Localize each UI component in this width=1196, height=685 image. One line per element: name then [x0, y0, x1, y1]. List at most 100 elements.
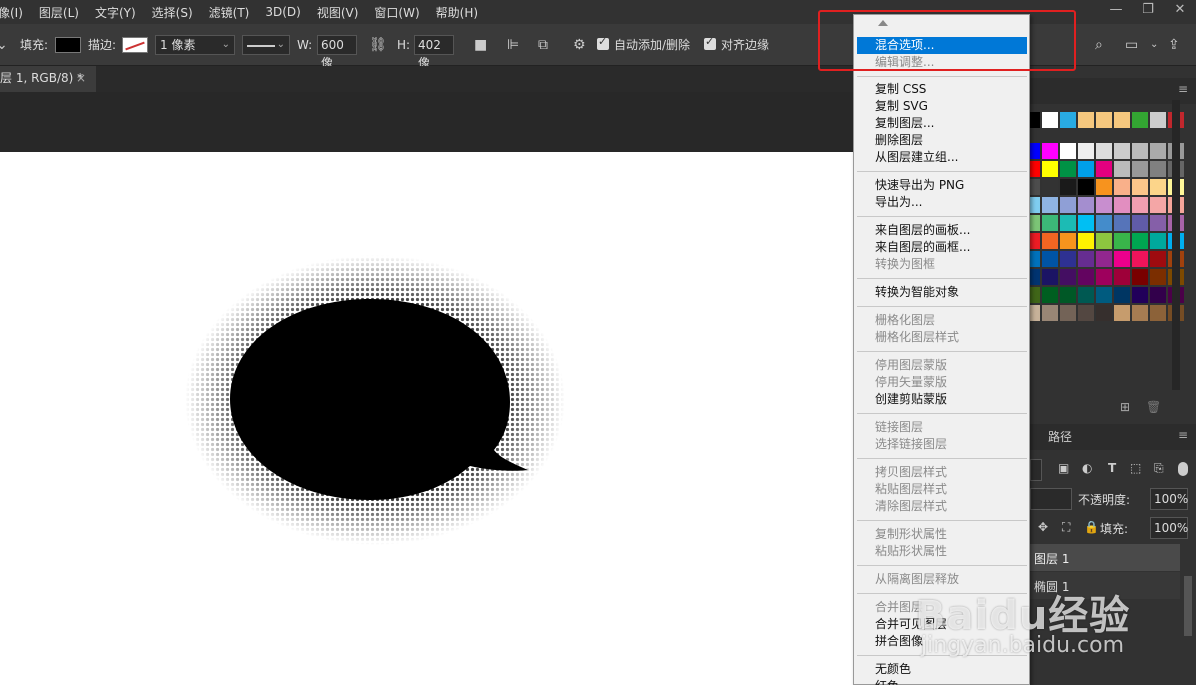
search-icon[interactable]: ⌕ [1095, 36, 1103, 54]
menu-item-convert-to-frame[interactable]: 转换为图框 [857, 256, 1027, 273]
menu-image[interactable]: 像(I) [0, 4, 32, 21]
color-swatch[interactable] [1096, 251, 1112, 267]
color-swatch[interactable] [1060, 179, 1076, 195]
color-swatch[interactable] [1078, 143, 1094, 159]
menu-item-copy-css[interactable]: 复制 CSS [857, 81, 1027, 98]
menu-item-merge-layers[interactable]: 合并图层 [857, 599, 1027, 616]
color-swatch[interactable] [1078, 287, 1094, 303]
opacity-input[interactable]: 100% [1150, 488, 1188, 510]
color-swatch[interactable] [1042, 215, 1058, 231]
stroke-width-dropdown[interactable]: 1 像素 ⌄ [155, 35, 235, 55]
menu-type[interactable]: 文字(Y) [95, 4, 145, 21]
menu-filter[interactable]: 滤镜(T) [209, 4, 259, 21]
auto-add-checkbox[interactable] [597, 35, 609, 50]
share-icon[interactable]: ⇪ [1168, 36, 1180, 54]
color-swatch[interactable] [1114, 143, 1130, 159]
panel-menu-icon[interactable]: ≡ [1178, 428, 1188, 442]
color-swatch[interactable] [1114, 269, 1130, 285]
document-canvas[interactable] [0, 152, 860, 685]
color-swatch[interactable] [1132, 269, 1148, 285]
lock-icon[interactable]: 🔒 [1084, 520, 1099, 534]
color-swatch[interactable] [1042, 197, 1058, 213]
color-swatch[interactable] [1042, 269, 1058, 285]
workspace-icon[interactable]: ▭ [1125, 36, 1138, 54]
menu-item-clear-layer-style[interactable]: 清除图层样式 [857, 498, 1027, 515]
color-swatch[interactable] [1042, 233, 1058, 249]
link-icon[interactable]: ⛓ [369, 36, 387, 54]
color-swatch[interactable] [1132, 197, 1148, 213]
color-swatch[interactable] [1060, 161, 1076, 177]
color-swatch[interactable] [1060, 233, 1076, 249]
color-swatch[interactable] [1060, 197, 1076, 213]
path-operations-icon[interactable]: ■ [474, 36, 487, 54]
menu-item-copy-layer-style[interactable]: 拷贝图层样式 [857, 464, 1027, 481]
color-swatch[interactable] [1114, 287, 1130, 303]
tool-preset-chevron-icon[interactable]: ⌄ [0, 36, 8, 54]
color-swatch[interactable] [1096, 305, 1112, 321]
layer-row-selected[interactable]: 图层 1 [1028, 544, 1180, 571]
menu-item-disable-layer-mask[interactable]: 停用图层蒙版 [857, 357, 1027, 374]
color-swatch[interactable] [1150, 233, 1166, 249]
new-swatch-icon[interactable]: ⊞ [1120, 400, 1130, 414]
menu-item-frame-from-layers[interactable]: 来自图层的画框... [857, 239, 1027, 256]
color-swatch[interactable] [1096, 112, 1112, 128]
color-swatch[interactable] [1114, 305, 1130, 321]
menu-view[interactable]: 视图(V) [317, 4, 368, 21]
path-arrangement-icon[interactable]: ⧉ [538, 36, 548, 54]
layers-scrollbar[interactable] [1184, 576, 1192, 636]
menu-item-red[interactable]: 红色 [857, 678, 1027, 685]
color-swatch[interactable] [1060, 215, 1076, 231]
menu-3d[interactable]: 3D(D) [265, 5, 309, 19]
menu-item-paste-shape-attributes[interactable]: 粘贴形状属性 [857, 543, 1027, 560]
menu-item-convert-to-smart-object[interactable]: 转换为智能对象 [857, 284, 1027, 301]
color-swatch[interactable] [1114, 112, 1130, 128]
color-swatch[interactable] [1150, 269, 1166, 285]
restore-icon[interactable]: ❐ [1132, 0, 1164, 22]
menu-item-create-clipping-mask[interactable]: 创建剪贴蒙版 [857, 391, 1027, 408]
color-swatch[interactable] [1078, 305, 1094, 321]
menu-select[interactable]: 选择(S) [152, 4, 202, 21]
color-swatch[interactable] [1150, 287, 1166, 303]
fill-input[interactable]: 100% [1150, 517, 1188, 539]
color-swatch[interactable] [1114, 179, 1130, 195]
color-swatch[interactable] [1096, 179, 1112, 195]
tab-paths[interactable]: 路径 [1048, 428, 1072, 445]
menu-item-release-from-isolation[interactable]: 从隔离图层释放 [857, 571, 1027, 588]
color-swatch[interactable] [1114, 161, 1130, 177]
menu-item-rasterize-layer[interactable]: 栅格化图层 [857, 312, 1027, 329]
color-swatch[interactable] [1132, 305, 1148, 321]
panel-menu-icon[interactable]: ≡ [1178, 82, 1188, 96]
color-swatch[interactable] [1132, 161, 1148, 177]
color-swatch[interactable] [1096, 233, 1112, 249]
menu-item-disable-vector-mask[interactable]: 停用矢量蒙版 [857, 374, 1027, 391]
stroke-swatch[interactable] [122, 37, 148, 53]
color-swatch[interactable] [1042, 287, 1058, 303]
color-swatch[interactable] [1078, 269, 1094, 285]
document-tab[interactable]: 层 1, RGB/8) * × [0, 66, 96, 92]
menu-item-rasterize-layer-style[interactable]: 栅格化图层样式 [857, 329, 1027, 346]
color-swatch[interactable] [1060, 112, 1076, 128]
menu-window[interactable]: 窗口(W) [374, 4, 428, 21]
layer-row[interactable]: 椭圆 1 [1028, 572, 1180, 599]
color-swatch[interactable] [1060, 143, 1076, 159]
color-swatch[interactable] [1150, 143, 1166, 159]
color-swatch[interactable] [1078, 112, 1094, 128]
color-swatch[interactable] [1150, 112, 1166, 128]
move-icon[interactable]: ✥ [1038, 520, 1048, 534]
path-alignment-icon[interactable]: ⊫ [507, 36, 519, 54]
color-swatch[interactable] [1042, 305, 1058, 321]
color-swatch[interactable] [1150, 251, 1166, 267]
color-swatch[interactable] [1096, 161, 1112, 177]
color-swatch[interactable] [1114, 233, 1130, 249]
blend-mode-dropdown[interactable] [1030, 488, 1072, 510]
menu-layer[interactable]: 图层(L) [39, 4, 88, 21]
color-swatch[interactable] [1132, 143, 1148, 159]
menu-item-artboard-from-layers[interactable]: 来自图层的画板... [857, 222, 1027, 239]
color-swatch[interactable] [1042, 161, 1058, 177]
menu-item-copy-svg[interactable]: 复制 SVG [857, 98, 1027, 115]
color-swatch[interactable] [1078, 233, 1094, 249]
color-swatch[interactable] [1078, 215, 1094, 231]
menu-item-delete-layer[interactable]: 删除图层 [857, 132, 1027, 149]
color-swatch[interactable] [1114, 215, 1130, 231]
menu-item-merge-visible[interactable]: 合并可见图层 [857, 616, 1027, 633]
